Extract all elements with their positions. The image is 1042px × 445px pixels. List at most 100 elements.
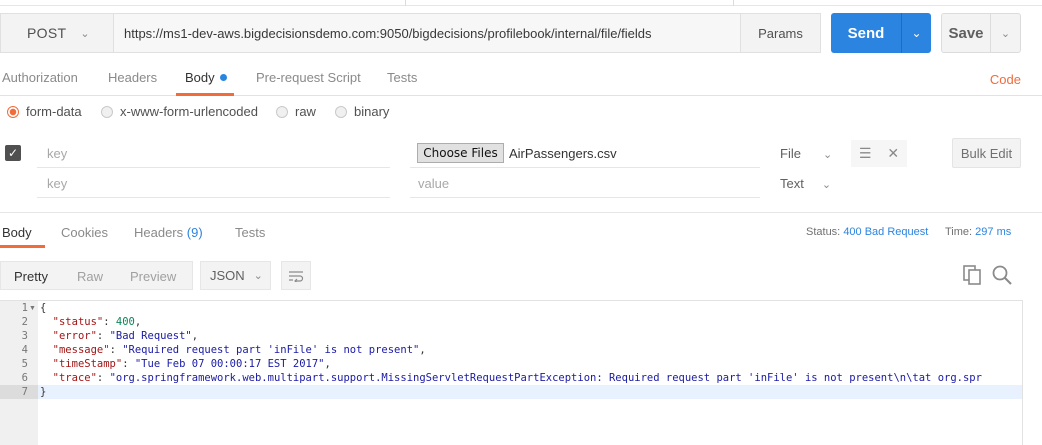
tab-tests[interactable]: Tests: [387, 70, 417, 85]
json-key: "timeStamp": [52, 358, 123, 370]
key-input[interactable]: key: [47, 176, 67, 191]
response-tab-tests[interactable]: Tests: [235, 225, 265, 240]
response-body-editor[interactable]: 1 ▼ { 2 "status": 400, 3 "error": "Bad R…: [0, 300, 1023, 445]
choose-files-button[interactable]: Choose Files: [417, 143, 504, 163]
row-type-select[interactable]: File ⌄: [780, 146, 832, 161]
bulk-edit-button[interactable]: Bulk Edit: [952, 138, 1021, 168]
row-type-label: Text: [780, 176, 804, 191]
code-line: "trace": "org.springframework.web.multip…: [52, 372, 982, 384]
hamburger-icon[interactable]: ☰: [859, 145, 872, 162]
time-label: Time:: [945, 226, 973, 238]
response-tab-headers[interactable]: Headers (9): [134, 225, 203, 240]
params-button[interactable]: Params: [740, 13, 821, 53]
save-button[interactable]: Save: [941, 13, 991, 53]
code-line: "error": "Bad Request",: [52, 330, 199, 342]
row-type-select[interactable]: Text ⌄: [780, 176, 831, 191]
json-key: "trace": [52, 372, 97, 384]
radio-icon: [276, 105, 288, 118]
view-pretty-button[interactable]: Pretty: [14, 269, 48, 284]
row-type-label: File: [780, 146, 801, 161]
line-number: 6: [21, 372, 28, 384]
tab-divider: [733, 0, 734, 6]
wrap-icon: [289, 270, 304, 282]
send-options-button[interactable]: ⌄: [901, 13, 931, 53]
url-text: https://ms1-dev-aws.bigdecisionsdemo.com…: [124, 25, 652, 41]
tab-authorization[interactable]: Authorization: [2, 70, 78, 85]
chevron-down-icon: ⌄: [253, 270, 263, 282]
code-line: }: [40, 386, 47, 398]
method-label: POST: [27, 25, 67, 41]
file-name: AirPassengers.csv: [509, 146, 617, 161]
json-value: 400: [115, 316, 135, 328]
url-input[interactable]: https://ms1-dev-aws.bigdecisionsdemo.com…: [113, 13, 741, 53]
view-mode-group: Pretty Raw Preview: [0, 261, 193, 290]
tab-body-label: Body: [185, 70, 215, 85]
response-tabs: Body Cookies Headers (9) Tests Status: 4…: [0, 212, 1042, 248]
radio-label: binary: [354, 104, 390, 119]
row-enabled-checkbox[interactable]: ✓: [5, 145, 21, 161]
radio-icon: [101, 105, 113, 118]
line-number: 7: [21, 386, 28, 398]
response-tab-headers-label: Headers: [134, 225, 184, 240]
headers-count: (9): [186, 225, 203, 240]
method-select[interactable]: POST ⌄: [0, 13, 113, 53]
json-key: "status": [52, 316, 104, 328]
radio-form-data[interactable]: form-data: [7, 104, 82, 119]
close-icon[interactable]: ✕: [887, 145, 899, 162]
code-line: "timeStamp": "Tue Feb 07 00:00:17 EST 20…: [52, 358, 331, 370]
response-tab-body[interactable]: Body: [2, 225, 32, 240]
active-tab-indicator: [0, 245, 45, 248]
status-label: Status:: [806, 226, 841, 238]
active-line-highlight: [38, 385, 1022, 399]
radio-raw[interactable]: raw: [276, 104, 316, 119]
radio-binary[interactable]: binary: [335, 104, 389, 119]
view-raw-button[interactable]: Raw: [77, 269, 103, 284]
json-value: "Required request part 'inFile' is not p…: [122, 344, 420, 356]
save-options-button[interactable]: ⌄: [990, 13, 1021, 53]
key-input[interactable]: key: [47, 146, 67, 161]
radio-icon: [335, 105, 347, 118]
line-number: 2: [21, 316, 28, 328]
code-line: "status": 400,: [52, 316, 142, 328]
view-preview-button[interactable]: Preview: [130, 269, 176, 284]
tab-divider: [405, 0, 406, 6]
checkmark-icon: ✓: [7, 146, 19, 160]
send-button[interactable]: Send: [831, 13, 901, 53]
json-value: "Tue Feb 07 00:00:17 EST 2017": [134, 358, 325, 370]
value-input[interactable]: value: [418, 176, 449, 191]
wrap-lines-button[interactable]: [281, 261, 311, 290]
value-input-underline: [410, 197, 760, 198]
response-tab-cookies[interactable]: Cookies: [61, 225, 108, 240]
response-time: Time: 297 ms: [945, 226, 1011, 238]
json-key: "message": [52, 344, 110, 356]
chevron-down-icon: ⌄: [821, 179, 832, 191]
chevron-down-icon: ⌄: [1000, 27, 1011, 40]
key-input-underline: [37, 197, 390, 198]
row-actions: ☰ ✕: [851, 140, 907, 167]
json-value: "Bad Request": [109, 330, 192, 342]
tab-body[interactable]: Body: [185, 70, 227, 85]
radio-label: raw: [295, 104, 316, 119]
key-input-underline: [37, 167, 390, 168]
line-number: 4: [21, 344, 28, 356]
code-link[interactable]: Code: [990, 72, 1021, 87]
fold-arrow-icon[interactable]: ▼: [29, 305, 36, 312]
line-number: 3: [21, 330, 28, 342]
format-select[interactable]: JSON ⌄: [200, 261, 271, 290]
radio-label: x-www-form-urlencoded: [120, 104, 258, 119]
value-input-underline: [410, 167, 760, 168]
chevron-down-icon: ⌄: [822, 149, 833, 161]
active-tab-indicator: [176, 93, 234, 96]
tab-pre-request-script[interactable]: Pre-request Script: [256, 70, 361, 85]
tab-headers[interactable]: Headers: [108, 70, 157, 85]
radio-urlencoded[interactable]: x-www-form-urlencoded: [101, 104, 258, 119]
copy-icon[interactable]: [962, 264, 982, 286]
line-number: 1: [21, 302, 28, 314]
search-icon[interactable]: [991, 264, 1013, 286]
request-tabs: Authorization Headers Body Pre-request S…: [0, 60, 1042, 96]
line-number: 5: [21, 358, 28, 370]
json-key: "error": [52, 330, 97, 342]
chevron-down-icon: ⌄: [911, 26, 922, 40]
radio-selected-icon: [7, 105, 19, 118]
status-value: 400 Bad Request: [843, 226, 929, 238]
